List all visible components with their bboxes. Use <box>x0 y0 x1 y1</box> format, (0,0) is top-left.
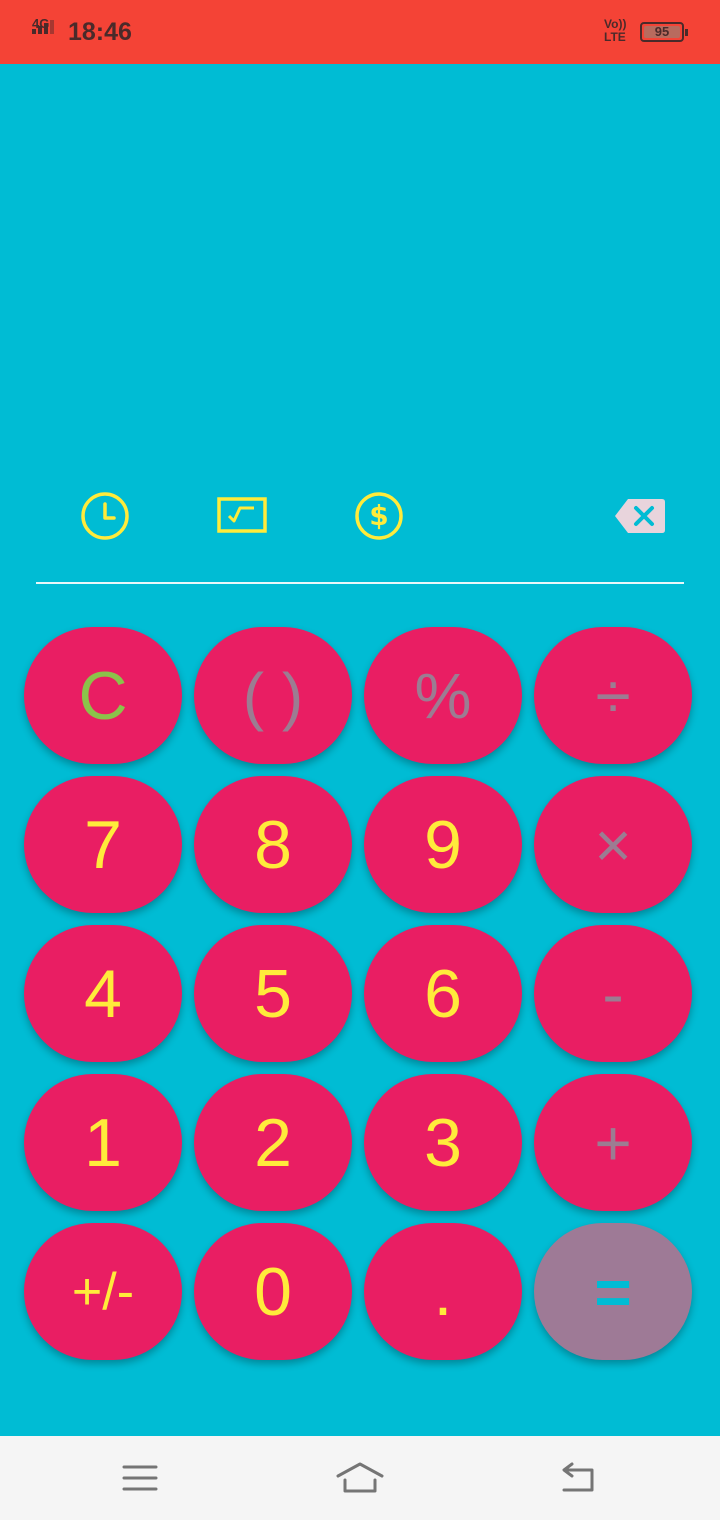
key-clear[interactable]: C <box>24 627 182 764</box>
menu-button[interactable] <box>110 1454 170 1502</box>
key-parentheses[interactable]: ( ) <box>194 627 352 764</box>
svg-text:$: $ <box>369 499 388 532</box>
volte-line2: LTE <box>604 30 626 44</box>
volte-indicator: Vo)) LTE <box>604 18 626 44</box>
key-2[interactable]: 2 <box>194 1074 352 1211</box>
currency-button[interactable]: $ <box>351 488 407 544</box>
key-8[interactable]: 8 <box>194 776 352 913</box>
back-button[interactable] <box>548 1454 608 1502</box>
back-icon <box>562 1462 594 1492</box>
key-1[interactable]: 1 <box>24 1074 182 1211</box>
home-icon <box>336 1462 384 1493</box>
status-bar: 4G 18:46 Vo)) LTE 95 <box>0 0 720 64</box>
key-percent[interactable]: % <box>364 627 522 764</box>
key-multiply[interactable]: × <box>534 776 692 913</box>
key-7[interactable]: 7 <box>24 776 182 913</box>
history-button[interactable] <box>77 488 133 544</box>
key-equals[interactable]: = <box>534 1223 692 1360</box>
scientific-icon <box>217 497 267 533</box>
key-5[interactable]: 5 <box>194 925 352 1062</box>
battery-icon: 95 <box>640 22 688 42</box>
currency-icon: $ <box>355 492 403 540</box>
menu-icon <box>122 1465 158 1491</box>
signal-icon: 4G <box>30 16 62 46</box>
display-divider <box>36 582 684 584</box>
key-divide[interactable]: ÷ <box>534 627 692 764</box>
key-0[interactable]: 0 <box>194 1223 352 1360</box>
battery-level: 95 <box>654 24 670 39</box>
key-decimal[interactable]: . <box>364 1223 522 1360</box>
key-3[interactable]: 3 <box>364 1074 522 1211</box>
home-button[interactable] <box>330 1454 390 1502</box>
navigation-bar <box>0 1436 720 1520</box>
backspace-button[interactable] <box>612 488 668 544</box>
key-negate[interactable]: +/- <box>24 1223 182 1360</box>
key-add[interactable]: + <box>534 1074 692 1211</box>
key-4[interactable]: 4 <box>24 925 182 1062</box>
status-time: 18:46 <box>68 18 132 46</box>
key-subtract[interactable]: - <box>534 925 692 1062</box>
history-icon <box>81 492 129 540</box>
backspace-icon <box>615 499 665 533</box>
key-9[interactable]: 9 <box>364 776 522 913</box>
scientific-button[interactable] <box>214 488 270 544</box>
key-6[interactable]: 6 <box>364 925 522 1062</box>
